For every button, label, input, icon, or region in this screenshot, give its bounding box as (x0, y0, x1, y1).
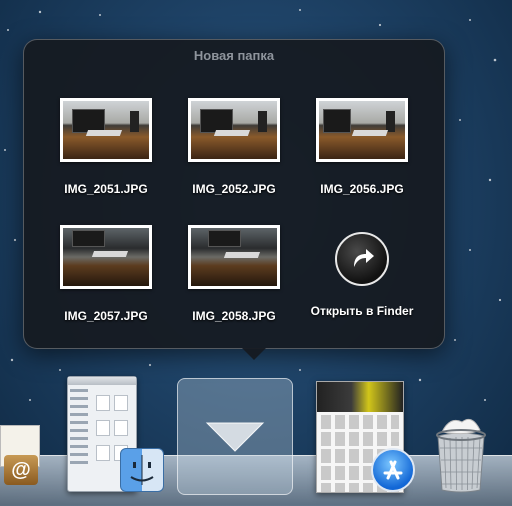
photo-thumbnail (188, 98, 280, 162)
item-label: IMG_2051.JPG (64, 182, 148, 196)
stack-item-img-2056[interactable]: IMG_2056.JPG (297, 98, 427, 196)
downloads-stack[interactable] (177, 378, 293, 495)
photo-thumbnail (60, 98, 152, 162)
stack-title: Новая папка (193, 48, 275, 63)
stack-item-img-2057[interactable]: IMG_2057.JPG (41, 225, 171, 323)
open-in-finder-label: Открыть в Finder (310, 304, 414, 318)
stack-item-img-2058[interactable]: IMG_2058.JPG (169, 225, 299, 323)
stack-item-img-2052[interactable]: IMG_2052.JPG (169, 98, 299, 196)
item-label: IMG_2057.JPG (64, 309, 148, 323)
item-label: IMG_2056.JPG (320, 182, 404, 196)
down-arrow-icon (205, 422, 265, 452)
stack-item-img-2051[interactable]: IMG_2051.JPG (41, 98, 171, 196)
address-book-icon[interactable]: @ (0, 425, 44, 485)
finder-icon[interactable] (120, 448, 164, 492)
trash-icon[interactable] (428, 408, 494, 494)
stack-popup: Новая папка IMG_2051.JPG IMG_2052.JPG IM… (23, 39, 445, 360)
arrow-circle-icon (335, 232, 389, 286)
popup-pointer (242, 348, 266, 360)
photo-thumbnail (188, 225, 280, 289)
photo-thumbnail (316, 98, 408, 162)
item-label: IMG_2052.JPG (192, 182, 276, 196)
app-store-icon[interactable] (371, 448, 415, 492)
photo-thumbnail (60, 225, 152, 289)
item-label: IMG_2058.JPG (192, 309, 276, 323)
open-in-finder-button[interactable]: Открыть в Finder (297, 230, 427, 318)
